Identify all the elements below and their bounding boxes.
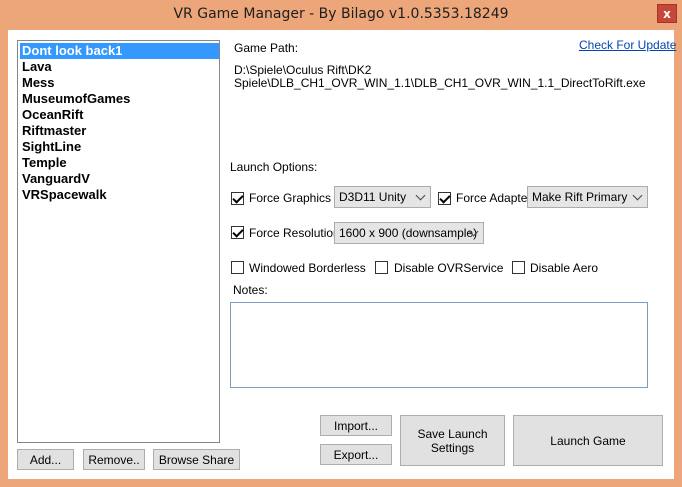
export-button[interactable]: Export...: [320, 444, 392, 465]
chevron-down-icon: [631, 187, 643, 207]
save-launch-settings-line-2: Settings: [430, 440, 475, 455]
disable-aero-checkbox[interactable]: [512, 261, 525, 274]
disable-ovrservice-label: Disable OVRService: [394, 261, 504, 275]
resolution-value: 1600 x 900 (downsample): [339, 226, 478, 240]
save-launch-settings-line-1: Save Launch: [417, 426, 488, 441]
window-title: VR Game Manager - By Bilago v1.0.5353.18…: [173, 6, 509, 22]
title-bar[interactable]: VR Game Manager - By Bilago v1.0.5353.18…: [0, 0, 682, 30]
force-resolution-label: Force Resolution: [249, 226, 340, 240]
chevron-down-icon: [414, 187, 426, 207]
launch-options-label: Launch Options:: [230, 160, 318, 174]
disable-aero-label: Disable Aero: [530, 261, 599, 275]
game-list[interactable]: Dont look back1 Lava Mess MuseumofGames …: [17, 40, 220, 443]
remove-button[interactable]: Remove..: [83, 449, 145, 470]
browse-share-button[interactable]: Browse Share: [153, 449, 240, 470]
game-path-line-1: D:\Spiele\Oculus Rift\DK2: [234, 63, 372, 77]
chevron-down-icon: [467, 223, 479, 243]
add-button[interactable]: Add...: [17, 449, 74, 470]
game-list-item[interactable]: Riftmaster: [20, 123, 219, 139]
graphics-api-value: D3D11 Unity: [339, 190, 407, 204]
app-window: VR Game Manager - By Bilago v1.0.5353.18…: [0, 0, 682, 487]
resolution-select[interactable]: 1600 x 900 (downsample): [334, 222, 484, 244]
notes-label: Notes:: [233, 283, 268, 297]
adapter-value: Make Rift Primary: [532, 190, 628, 204]
disable-ovrservice-checkbox[interactable]: [375, 261, 388, 274]
graphics-api-select[interactable]: D3D11 Unity: [334, 186, 431, 208]
game-list-item[interactable]: VRSpacewalk: [20, 187, 219, 203]
close-button[interactable]: x: [657, 4, 677, 23]
save-launch-settings-button[interactable]: Save Launch Settings: [400, 415, 505, 466]
game-list-item[interactable]: MuseumofGames: [20, 91, 219, 107]
game-list-item[interactable]: Lava: [20, 59, 219, 75]
notes-textarea[interactable]: [230, 302, 648, 388]
game-list-item[interactable]: OceanRift: [20, 107, 219, 123]
client-area: Dont look back1 Lava Mess MuseumofGames …: [8, 30, 676, 479]
game-list-item[interactable]: SightLine: [20, 139, 219, 155]
windowed-borderless-checkbox[interactable]: [231, 261, 244, 274]
check-for-update-link[interactable]: Check For Update: [579, 38, 676, 52]
launch-game-button[interactable]: Launch Game: [513, 415, 663, 466]
force-adapter-checkbox[interactable]: [438, 192, 451, 205]
force-graphics-label: Force Graphics: [249, 191, 332, 205]
game-list-item[interactable]: Mess: [20, 75, 219, 91]
game-list-item[interactable]: Dont look back1: [20, 43, 219, 59]
game-path-line-2: Spiele\DLB_CH1_OVR_WIN_1.1\DLB_CH1_OVR_W…: [234, 76, 646, 90]
close-icon: x: [663, 6, 671, 21]
game-list-item[interactable]: Temple: [20, 155, 219, 171]
force-resolution-checkbox[interactable]: [231, 226, 244, 239]
import-button[interactable]: Import...: [320, 415, 392, 436]
force-graphics-checkbox[interactable]: [231, 192, 244, 205]
force-adapter-label: Force Adapter: [456, 191, 532, 205]
windowed-borderless-label: Windowed Borderless: [249, 261, 366, 275]
game-path-label: Game Path:: [234, 41, 299, 55]
game-list-item[interactable]: VanguardV: [20, 171, 219, 187]
adapter-select[interactable]: Make Rift Primary: [527, 186, 648, 208]
